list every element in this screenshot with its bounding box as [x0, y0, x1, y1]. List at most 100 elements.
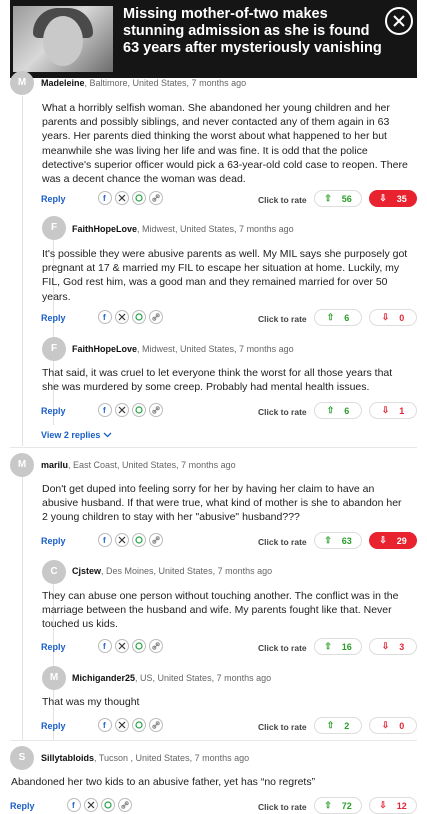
share-buttons: f: [98, 310, 163, 324]
reply-button[interactable]: Reply: [10, 801, 35, 811]
facebook-icon[interactable]: f: [67, 798, 81, 812]
comment-text: That said, it was cruel to let everyone …: [42, 367, 393, 394]
facebook-icon[interactable]: f: [98, 310, 112, 324]
x-icon[interactable]: [115, 533, 129, 547]
upvote-button[interactable]: ⇧ 56: [314, 190, 362, 207]
facebook-icon[interactable]: f: [98, 403, 112, 417]
reply-button[interactable]: Reply: [41, 721, 66, 731]
arrow-up-icon: ⇧: [324, 535, 332, 545]
whatsapp-icon[interactable]: [132, 191, 146, 205]
facebook-icon[interactable]: f: [98, 718, 112, 732]
upvote-button[interactable]: ⇧ 6: [314, 402, 362, 419]
avatar: M: [42, 666, 66, 690]
svg-text:f: f: [103, 721, 106, 729]
downvote-button[interactable]: ⇩ 1: [369, 402, 417, 419]
reply-button[interactable]: Reply: [41, 642, 66, 652]
avatar: F: [42, 337, 66, 361]
upvote-button[interactable]: ⇧ 6: [314, 309, 362, 326]
comment-text: What a horribly selfish woman. She aband…: [42, 102, 408, 186]
downvote-button[interactable]: ⇩ 0: [369, 717, 417, 734]
reply-button[interactable]: Reply: [41, 406, 66, 416]
link-icon[interactable]: [118, 798, 132, 812]
comment-location: , US, United States, 7 months ago: [135, 673, 272, 683]
avatar: M: [10, 71, 34, 95]
x-icon[interactable]: [84, 798, 98, 812]
downvote-button[interactable]: ⇩ 29: [369, 532, 417, 549]
comment-username[interactable]: FaithHopeLove: [72, 224, 137, 234]
arrow-down-icon: ⇩: [379, 800, 387, 810]
thread-line: [22, 96, 23, 446]
whatsapp-icon[interactable]: [101, 798, 115, 812]
svg-text:f: f: [72, 801, 75, 809]
comment-username[interactable]: Cjstew: [72, 566, 101, 576]
click-to-rate-label: Click to rate: [258, 722, 307, 732]
view-replies-link[interactable]: View 2 replies: [41, 430, 112, 440]
upvote-button[interactable]: ⇧ 63: [314, 532, 362, 549]
whatsapp-icon[interactable]: [132, 639, 146, 653]
arrow-down-icon: ⇩: [381, 405, 390, 415]
arrow-down-icon: ⇩: [379, 535, 387, 545]
whatsapp-icon[interactable]: [132, 718, 146, 732]
click-to-rate-label: Click to rate: [258, 802, 307, 812]
link-icon[interactable]: [149, 310, 163, 324]
svg-text:f: f: [103, 642, 106, 650]
link-icon[interactable]: [149, 639, 163, 653]
comment-location: , Baltimore, United States, 7 months ago: [84, 78, 247, 88]
upvote-button[interactable]: ⇧ 72: [314, 797, 362, 814]
facebook-icon[interactable]: f: [98, 533, 112, 547]
facebook-icon[interactable]: f: [98, 639, 112, 653]
comment-location: , Midwest, United States, 7 months ago: [137, 344, 294, 354]
link-icon[interactable]: [149, 718, 163, 732]
svg-text:f: f: [103, 194, 106, 202]
whatsapp-icon[interactable]: [132, 533, 146, 547]
arrow-down-icon: ⇩: [379, 193, 387, 203]
arrow-up-icon: ⇧: [324, 193, 332, 203]
link-icon[interactable]: [149, 191, 163, 205]
click-to-rate-label: Click to rate: [258, 407, 307, 417]
comment-username[interactable]: Sillytabloids: [41, 753, 94, 763]
x-icon[interactable]: [115, 310, 129, 324]
whatsapp-icon[interactable]: [132, 403, 146, 417]
x-icon[interactable]: [115, 718, 129, 732]
reply-button[interactable]: Reply: [41, 536, 66, 546]
x-icon[interactable]: [115, 639, 129, 653]
article-title: Missing mother-of-two makes stunning adm…: [123, 6, 382, 56]
comment-text: Don't get duped into feeling sorry for h…: [42, 483, 402, 524]
x-icon[interactable]: [115, 403, 129, 417]
link-icon[interactable]: [149, 533, 163, 547]
upvote-button[interactable]: ⇧ 16: [314, 638, 362, 655]
comment-text: That was my thought: [42, 696, 140, 708]
downvote-button[interactable]: ⇩ 3: [369, 638, 417, 655]
upvote-button[interactable]: ⇧ 2: [314, 717, 362, 734]
avatar: S: [10, 746, 34, 770]
reply-button[interactable]: Reply: [41, 313, 66, 323]
downvote-button[interactable]: ⇩ 0: [369, 309, 417, 326]
arrow-up-icon: ⇧: [324, 641, 332, 651]
link-icon[interactable]: [149, 403, 163, 417]
arrow-down-icon: ⇩: [381, 312, 390, 322]
close-button[interactable]: [385, 7, 413, 35]
whatsapp-icon[interactable]: [132, 310, 146, 324]
x-icon[interactable]: [115, 191, 129, 205]
svg-text:f: f: [103, 313, 106, 321]
comment-location: , Des Moines, United States, 7 months ag…: [101, 566, 273, 576]
downvote-button[interactable]: ⇩ 35: [369, 190, 417, 207]
share-buttons: f: [98, 533, 163, 547]
avatar: M: [10, 453, 34, 477]
facebook-icon[interactable]: f: [98, 191, 112, 205]
comment-username[interactable]: FaithHopeLove: [72, 344, 137, 354]
click-to-rate-label: Click to rate: [258, 537, 307, 547]
avatar: F: [42, 216, 66, 240]
svg-text:f: f: [103, 536, 106, 544]
comment-text: Abandoned her two kids to an abusive fat…: [11, 776, 316, 788]
comment-username[interactable]: Michigander25: [72, 673, 135, 683]
share-buttons: f: [98, 191, 163, 205]
arrow-down-icon: ⇩: [381, 720, 390, 730]
arrow-up-icon: ⇧: [326, 405, 335, 415]
comment-username[interactable]: marilu: [41, 460, 68, 470]
divider: [10, 447, 417, 448]
downvote-button[interactable]: ⇩ 12: [369, 797, 417, 814]
share-buttons: f: [67, 798, 132, 812]
comment-username[interactable]: Madeleine: [41, 78, 85, 88]
reply-button[interactable]: Reply: [41, 194, 66, 204]
